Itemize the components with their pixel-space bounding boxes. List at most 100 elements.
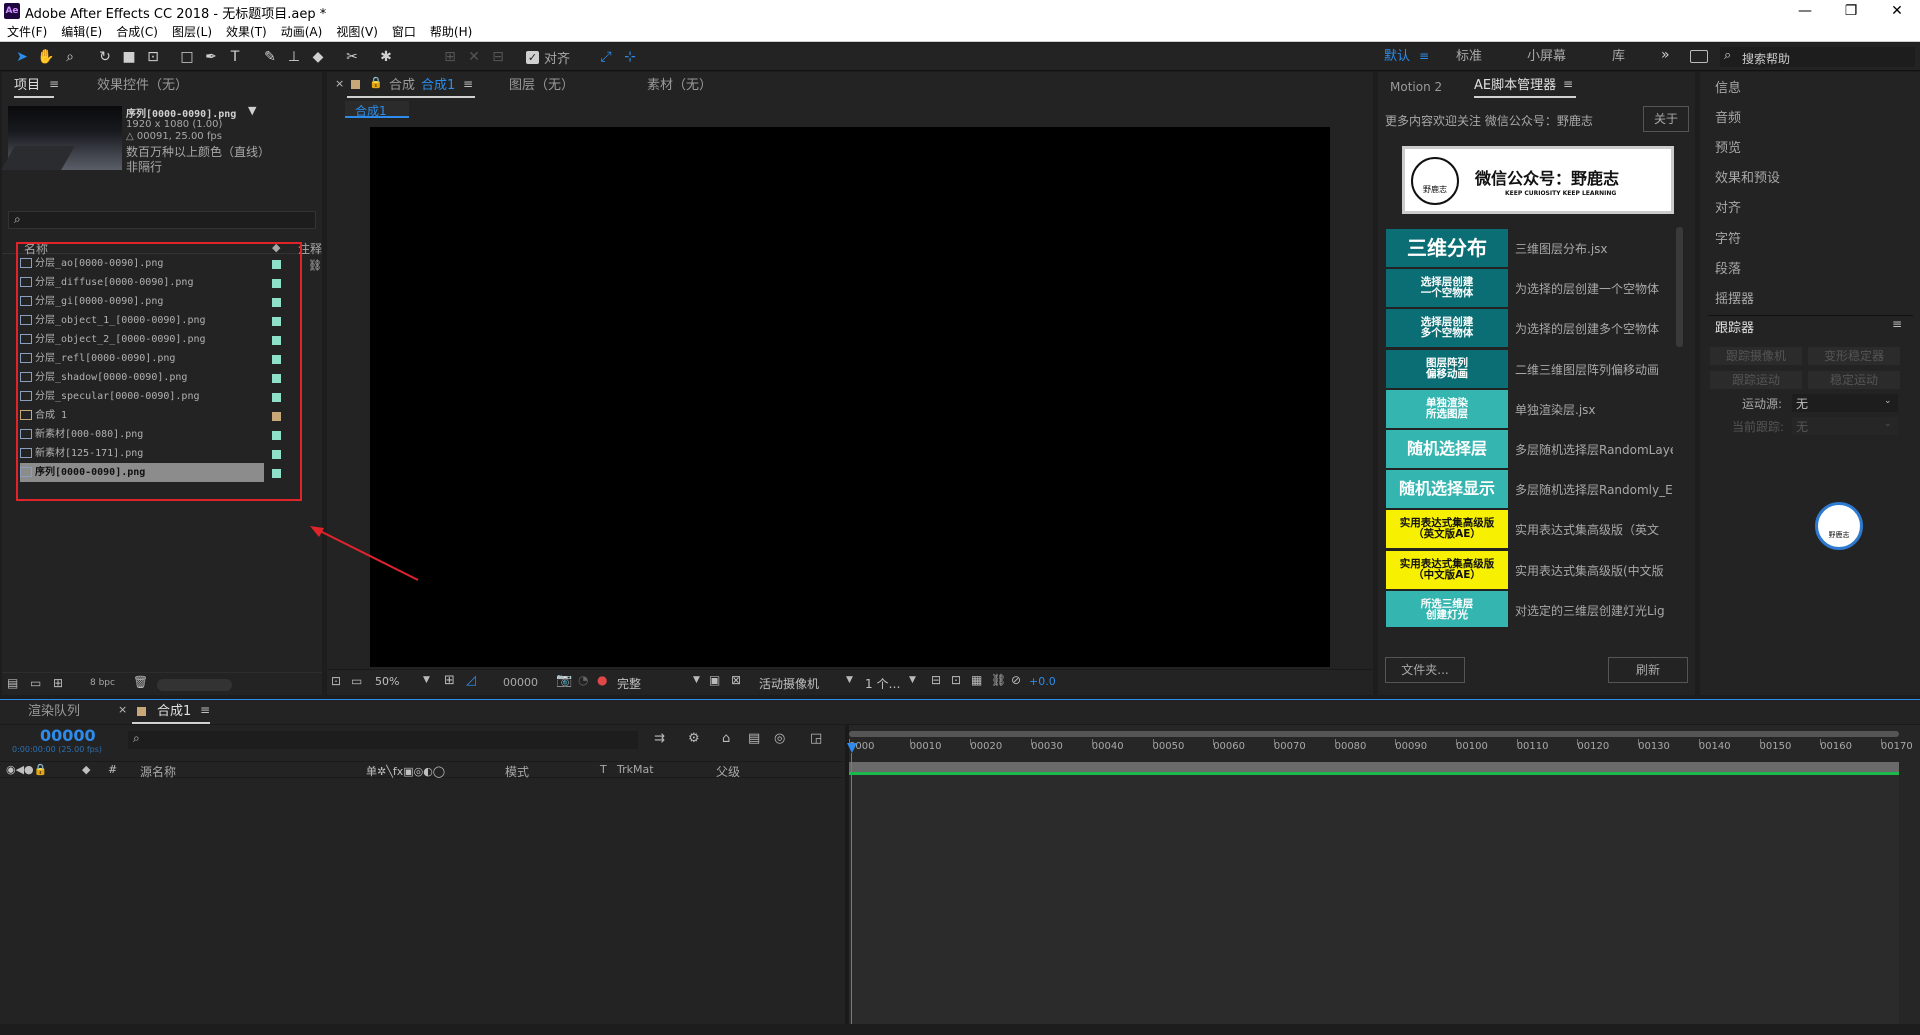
tab-ae-script-manager[interactable]: AE脚本管理器 xyxy=(1474,77,1556,95)
zoom-tool-icon[interactable]: ⌕ xyxy=(60,47,80,67)
monitor-icon[interactable]: ▭ xyxy=(351,674,362,688)
viewer-menu-icon[interactable]: ≡ xyxy=(463,77,473,91)
selection-tool-icon[interactable]: ➤ xyxy=(12,47,32,67)
resolution-select[interactable]: 完整 xyxy=(617,675,641,692)
composition-canvas[interactable] xyxy=(370,127,1330,667)
draft-3d-icon[interactable]: ⚙ xyxy=(688,731,700,746)
tab-timeline-comp[interactable]: 合成1 xyxy=(157,703,191,721)
rotate-tool-icon[interactable]: ↻ xyxy=(95,47,115,67)
help-search-field[interactable]: ⌕ 搜索帮助 xyxy=(1720,47,1915,67)
world-axis-icon[interactable]: ✕ xyxy=(464,47,484,67)
snap-icon[interactable]: ⤢ xyxy=(596,47,616,67)
current-time[interactable]: 00000 xyxy=(503,676,538,689)
right-panel-item[interactable]: 预览 xyxy=(1715,137,1741,156)
script-row[interactable]: 所选三维层 创建灯光 对选定的三维层创建灯光Lig xyxy=(1379,590,1674,627)
layer-track-area[interactable] xyxy=(849,775,1899,1024)
workspace-small-screen[interactable]: 小屏幕 xyxy=(1527,48,1566,66)
column-source-name[interactable]: 源名称 xyxy=(140,763,176,780)
right-panel-item[interactable]: 段落 xyxy=(1715,258,1741,277)
script-run-button[interactable]: 实用表达式集高级版 （英文版AE） xyxy=(1386,510,1508,549)
pixel-aspect-icon[interactable]: ⊟ xyxy=(931,673,941,687)
views-select[interactable]: 1 个… xyxy=(865,675,900,692)
switches-icons[interactable]: 单✲╲fx▣◎◐◯ xyxy=(366,763,445,779)
hand-tool-icon[interactable]: ✋ xyxy=(36,47,56,67)
pan-behind-tool-icon[interactable]: ⊡ xyxy=(143,47,163,67)
tab-motion2[interactable]: Motion 2 xyxy=(1390,78,1442,96)
workspace-default[interactable]: 默认 xyxy=(1384,48,1410,66)
tab-render-queue[interactable]: 渲染队列 xyxy=(28,703,80,721)
timeline-current-time[interactable]: 00000 xyxy=(40,726,96,745)
flowchart-icon[interactable]: ⛓ xyxy=(991,673,1006,687)
rectangle-tool-icon[interactable]: □ xyxy=(177,47,197,67)
fit-frame-icon[interactable]: ⊞ xyxy=(444,673,455,688)
brush-tool-icon[interactable]: ✎ xyxy=(260,47,280,67)
camera-select[interactable]: 活动摄像机 xyxy=(759,675,819,692)
close-tab-icon[interactable]: × xyxy=(335,77,344,90)
comp-mini-flowchart-icon[interactable]: ⇉ xyxy=(654,731,665,746)
script-run-button[interactable]: 随机选择层 xyxy=(1386,430,1508,468)
zoom-select[interactable]: 50% xyxy=(375,675,399,688)
project-search-input[interactable]: ⌕ xyxy=(8,211,316,229)
column-t[interactable]: T xyxy=(600,763,607,776)
transparency-grid-icon[interactable]: ⊠ xyxy=(731,673,741,687)
close-icon[interactable]: ✕ xyxy=(1874,0,1920,22)
track-motion-button[interactable]: 跟踪运动 xyxy=(1710,371,1802,389)
work-area-bar[interactable] xyxy=(849,731,1899,737)
reset-exposure-icon[interactable]: ⊘ xyxy=(1011,673,1021,687)
show-snapshot-icon[interactable]: ◔ xyxy=(578,673,588,687)
minimize-icon[interactable]: — xyxy=(1782,0,1828,22)
av-features-icons[interactable]: ◉◀●🔒 xyxy=(6,763,47,776)
timeline-search-input[interactable]: ⌕ xyxy=(128,731,638,749)
script-run-button[interactable]: 图层阵列 偏移动画 xyxy=(1386,349,1508,388)
time-ruler[interactable]: 0000 00010 00020 00030 00040 00050 00060 00070 0… xyxy=(849,739,1920,757)
tab-effect-controls[interactable]: 效果控件（无） xyxy=(97,77,188,95)
about-button[interactable]: 关于 xyxy=(1643,106,1689,132)
script-row[interactable]: 实用表达式集高级版 （中文版AE） 实用表达式集高级版(中文版 xyxy=(1379,550,1674,589)
tab-project[interactable]: 项目 xyxy=(14,77,40,95)
tracker-menu-icon[interactable]: ≡ xyxy=(1892,317,1902,331)
script-row[interactable]: 选择层创建 多个空物体 为选择的层创建多个空物体 xyxy=(1379,309,1674,348)
toggle-mask-icon[interactable]: ◿ xyxy=(466,673,476,688)
selected-item-dropdown-icon[interactable]: ▼ xyxy=(248,104,256,117)
maximize-icon[interactable]: ❐ xyxy=(1828,0,1874,22)
view-axis-icon[interactable]: ⊟ xyxy=(488,47,508,67)
color-channels-icon[interactable]: ● xyxy=(597,673,607,687)
script-run-button[interactable]: 选择层创建 多个空物体 xyxy=(1386,309,1508,348)
workspace-standard[interactable]: 标准 xyxy=(1456,48,1482,66)
workspace-library[interactable]: 库 xyxy=(1612,48,1625,66)
new-folder-icon[interactable]: ▭ xyxy=(30,676,41,690)
interpret-footage-icon[interactable]: ▤ xyxy=(7,676,18,690)
exposure-value[interactable]: +0.0 xyxy=(1029,675,1056,688)
menu-composition[interactable]: 合成(C) xyxy=(109,22,165,42)
snap-options-icon[interactable]: ⊹ xyxy=(620,47,640,67)
right-panel-item[interactable]: 效果和预设 xyxy=(1715,167,1780,186)
timeline-menu-icon[interactable]: ≡ xyxy=(200,703,210,717)
right-panel-item[interactable]: 对齐 xyxy=(1715,197,1741,216)
clone-stamp-tool-icon[interactable]: ⊥ xyxy=(284,47,304,67)
column-mode[interactable]: 模式 xyxy=(505,763,529,780)
align-checkbox[interactable]: ✓ xyxy=(526,51,539,64)
shy-layers-icon[interactable]: ⌂ xyxy=(722,731,730,746)
menu-help[interactable]: 帮助(H) xyxy=(423,22,479,42)
script-row[interactable]: 随机选择层 多层随机选择层RandomLayer xyxy=(1379,430,1674,468)
script-row[interactable]: 图层阵列 偏移动画 二维三维图层阵列偏移动画 xyxy=(1379,349,1674,388)
close-tab-icon[interactable]: × xyxy=(118,703,127,716)
time-graph-area[interactable]: 0000 00010 00020 00030 00040 00050 00060 00070 0… xyxy=(847,725,1920,1024)
script-run-button[interactable]: 选择层创建 一个空物体 xyxy=(1386,269,1508,308)
floating-deer-logo-icon[interactable]: 野鹿志 xyxy=(1815,502,1863,550)
column-parent[interactable]: 父级 xyxy=(716,763,740,780)
right-panel-item[interactable]: 音频 xyxy=(1715,107,1741,126)
script-panel-menu-icon[interactable]: ≡ xyxy=(1563,77,1573,91)
delete-icon[interactable]: 🗑 xyxy=(133,675,148,689)
thumbnail-size-slider[interactable] xyxy=(157,679,232,691)
track-camera-button[interactable]: 跟踪摄像机 xyxy=(1710,347,1802,365)
menu-effect[interactable]: 效果(T) xyxy=(219,22,274,42)
current-track-select[interactable]: 无 ⌄ xyxy=(1792,417,1898,435)
menu-layer[interactable]: 图层(L) xyxy=(165,22,219,42)
tab-layer[interactable]: 图层（无） xyxy=(509,77,574,95)
bit-depth[interactable]: 8 bpc xyxy=(90,678,115,688)
wechat-banner[interactable]: 野鹿志 微信公众号：野鹿志 KEEP CURIOSITY KEEP LEARNI… xyxy=(1402,146,1674,214)
script-row[interactable]: 三维分布 三维图层分布.jsx xyxy=(1379,229,1674,267)
column-trkmat[interactable]: TrkMat xyxy=(617,763,654,776)
new-composition-icon[interactable]: ⊞ xyxy=(53,676,63,690)
